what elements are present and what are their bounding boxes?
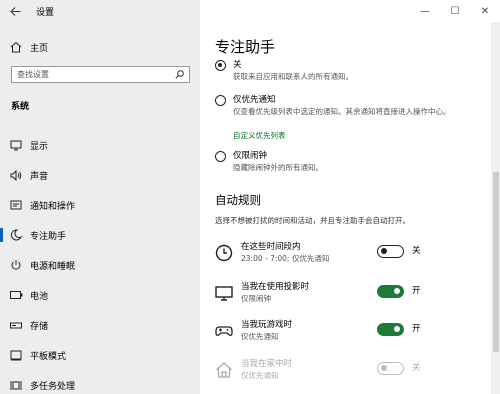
toggle-knob [394, 288, 400, 294]
clock-icon [215, 244, 233, 262]
rule-gaming[interactable]: 当我玩游戏时 仅优先通知 开 [215, 320, 485, 348]
sidebar-nav: 显示 声音 通知和操作 专注助手 电源和睡眠 电池 存储 平板模式 多任务处理 [0, 130, 200, 394]
sidebar-item-label: 电池 [30, 291, 49, 302]
rules-section-title: 自动规则 [215, 193, 261, 207]
rule-subtitle: 仅限闹钟 [241, 294, 271, 303]
rules-section-desc: 选择不想被打扰的时间和活动，并且专注助手会自动打开。 [215, 216, 410, 225]
option-title: 仅优先通知 [233, 95, 276, 105]
sidebar-section-label: 系统 [11, 102, 30, 112]
sidebar-item-label: 显示 [30, 141, 49, 152]
toggle-knob [394, 326, 400, 332]
scrollbar-thumb[interactable] [493, 172, 499, 352]
toggle-switch[interactable] [377, 285, 404, 298]
maximize-button[interactable]: ☐ [440, 0, 470, 22]
sidebar-item-battery[interactable]: 电池 [0, 280, 200, 310]
sidebar-item-display[interactable]: 显示 [0, 130, 200, 160]
option-title: 仅限闹钟 [233, 151, 268, 161]
rule-time-range[interactable]: 在这些时间段内 23:00 - 7:00; 仅优先通知 关 [215, 242, 485, 270]
storage-icon [9, 318, 23, 332]
radio-button[interactable] [215, 151, 226, 162]
sidebar-item-storage[interactable]: 存储 [0, 310, 200, 340]
minimize-button[interactable]: — [410, 0, 440, 22]
sidebar-item-label: 专注助手 [30, 231, 67, 242]
rule-at-home: 当我在家中时 仅优先通知 关 [215, 359, 485, 387]
option-title: 关 [233, 60, 242, 70]
battery-icon [9, 288, 23, 302]
moon-icon [9, 228, 23, 242]
option-priority-only[interactable]: 仅优先通知 仅查看优先级列表中选定的通知。其余通知将直接进入操作中心。 自定义优… [215, 95, 485, 141]
gamepad-icon [215, 326, 233, 336]
rule-subtitle: 仅优先通知 [241, 332, 279, 341]
toggle-state-label: 开 [412, 324, 421, 334]
rule-subtitle: 23:00 - 7:00; 仅优先通知 [241, 254, 330, 263]
sidebar-item-multitasking[interactable]: 多任务处理 [0, 370, 200, 394]
toggle-knob [381, 365, 387, 371]
toggle-switch [377, 362, 404, 375]
sidebar-item-label: 存储 [30, 321, 49, 332]
sidebar-item-focus-assist[interactable]: 专注助手 [0, 220, 200, 250]
radio-button[interactable] [215, 60, 226, 71]
page-title: 专注助手 [215, 38, 276, 56]
rule-title: 在这些时间段内 [241, 242, 301, 252]
search-icon[interactable] [172, 70, 186, 79]
display-icon [9, 138, 23, 152]
toggle-state-label: 关 [412, 246, 421, 256]
option-desc: 隐藏除闹钟外的所有通知。 [233, 163, 323, 172]
monitor-icon [215, 286, 233, 301]
toggle-switch[interactable] [377, 323, 404, 336]
option-alarms-only[interactable]: 仅限闹钟 隐藏除闹钟外的所有通知。 [215, 151, 485, 177]
back-button[interactable] [0, 0, 30, 22]
sidebar-item-notifications[interactable]: 通知和操作 [0, 190, 200, 220]
customize-priority-list-link[interactable]: 自定义优先列表 [233, 130, 286, 141]
toggle-state-label: 关 [412, 363, 421, 373]
main-pane: — ☐ ✕ 专注助手 关 获取来自应用和联系人的所有通知。 仅优先通知 仅查看优… [200, 0, 500, 394]
option-desc: 获取来自应用和联系人的所有通知。 [233, 72, 353, 81]
back-arrow-icon [9, 6, 20, 16]
toggle-state-label: 开 [412, 286, 421, 296]
window-controls: — ☐ ✕ [410, 0, 500, 22]
sidebar-item-home-label: 主页 [30, 43, 49, 54]
scrollbar[interactable] [491, 22, 500, 394]
power-icon [9, 258, 23, 272]
multitask-icon [9, 378, 23, 392]
search-box[interactable] [11, 66, 190, 83]
rule-subtitle: 仅优先通知 [241, 371, 279, 380]
home-icon [9, 40, 23, 54]
rule-title: 当我在使用投影时 [241, 282, 310, 292]
sidebar-item-power-sleep[interactable]: 电源和睡眠 [0, 250, 200, 280]
sidebar-item-label: 平板模式 [30, 351, 67, 362]
toggle-knob [381, 248, 387, 254]
sidebar-item-tablet-mode[interactable]: 平板模式 [0, 340, 200, 370]
sidebar-item-sound[interactable]: 声音 [0, 160, 200, 190]
toggle-switch[interactable] [377, 245, 404, 258]
rule-projecting[interactable]: 当我在使用投影时 仅限闹钟 开 [215, 282, 485, 310]
rule-title: 当我玩游戏时 [241, 320, 293, 330]
title-bar: 设置 [0, 0, 200, 22]
sidebar-item-label: 多任务处理 [30, 381, 76, 392]
option-desc: 仅查看优先级列表中选定的通知。其余通知将直接进入操作中心。 [233, 107, 451, 116]
tablet-icon [9, 348, 23, 362]
sidebar-item-label: 电源和睡眠 [30, 261, 76, 272]
rule-title: 当我在家中时 [241, 359, 293, 369]
sidebar-item-home[interactable]: 主页 [0, 38, 200, 56]
house-icon [216, 362, 232, 378]
close-button[interactable]: ✕ [470, 0, 500, 22]
sound-icon [9, 168, 23, 182]
notification-icon [9, 198, 23, 212]
sidebar-item-label: 声音 [30, 171, 49, 182]
search-input[interactable] [12, 70, 172, 79]
option-off[interactable]: 关 获取来自应用和联系人的所有通知。 [215, 60, 485, 86]
sidebar: 设置 主页 系统 显示 声音 通知和操作 [0, 0, 200, 394]
app-title: 设置 [36, 7, 55, 18]
sidebar-item-label: 通知和操作 [30, 201, 76, 212]
radio-button[interactable] [215, 95, 226, 106]
